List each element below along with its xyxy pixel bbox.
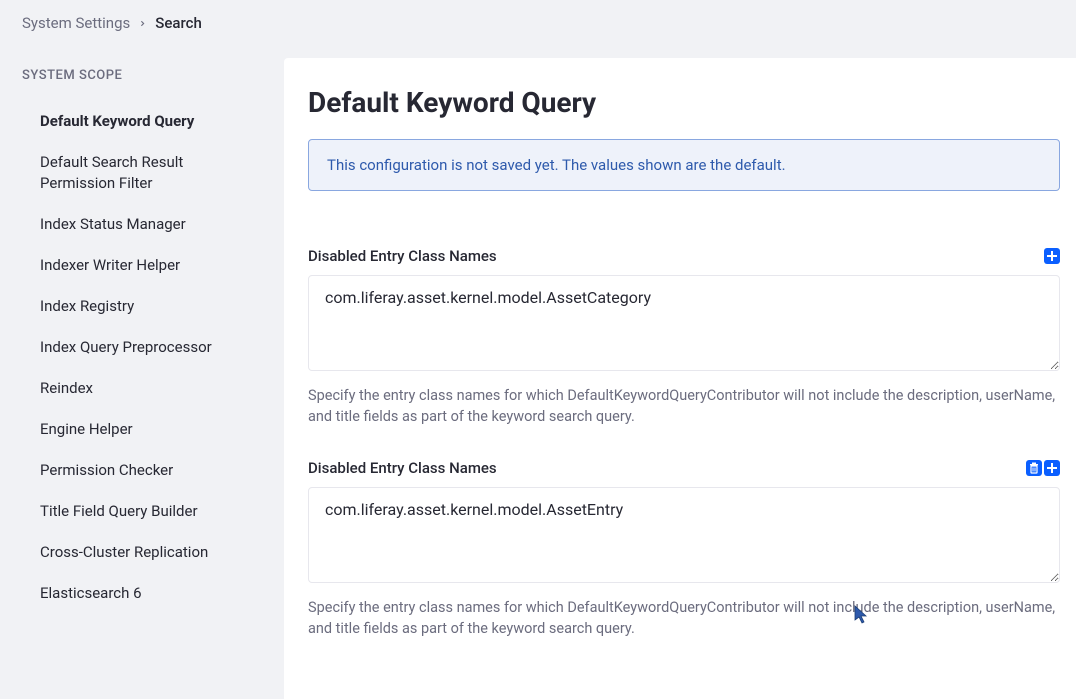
field-actions xyxy=(1026,460,1060,476)
page-title: Default Keyword Query xyxy=(308,86,1060,119)
disabled-entry-class-names-input[interactable] xyxy=(308,487,1060,583)
help-text: Specify the entry class names for which … xyxy=(308,385,1060,427)
sidebar-item[interactable]: Reindex xyxy=(22,368,262,409)
info-banner: This configuration is not saved yet. The… xyxy=(308,139,1060,191)
disabled-entry-class-names-input[interactable] xyxy=(308,275,1060,371)
field-label: Disabled Entry Class Names xyxy=(308,459,497,477)
sidebar-item[interactable]: Default Keyword Query xyxy=(22,101,262,142)
help-text: Specify the entry class names for which … xyxy=(308,597,1060,639)
field-block: Disabled Entry Class Names Specify the en… xyxy=(308,247,1060,427)
main-panel: Default Keyword Query This configuration… xyxy=(284,58,1076,699)
sidebar: SYSTEM SCOPE Default Keyword QueryDefaul… xyxy=(0,46,284,699)
sidebar-item[interactable]: Permission Checker xyxy=(22,450,262,491)
sidebar-header: SYSTEM SCOPE xyxy=(22,68,262,83)
breadcrumb: System Settings Search xyxy=(0,0,1076,46)
sidebar-item[interactable]: Default Search Result Permission Filter xyxy=(22,142,262,204)
chevron-right-icon xyxy=(138,14,147,32)
sidebar-item[interactable]: Engine Helper xyxy=(22,409,262,450)
field-header: Disabled Entry Class Names xyxy=(308,247,1060,265)
sidebar-item[interactable]: Index Status Manager xyxy=(22,204,262,245)
sidebar-item[interactable]: Index Registry xyxy=(22,286,262,327)
sidebar-item[interactable]: Indexer Writer Helper xyxy=(22,245,262,286)
sidebar-items: Default Keyword QueryDefault Search Resu… xyxy=(22,101,262,614)
sidebar-item[interactable]: Elasticsearch 6 xyxy=(22,573,262,614)
field-actions xyxy=(1044,248,1060,264)
trash-icon[interactable] xyxy=(1026,460,1042,476)
sidebar-item[interactable]: Cross-Cluster Replication xyxy=(22,532,262,573)
sidebar-item[interactable]: Index Query Preprocessor xyxy=(22,327,262,368)
field-block: Disabled Entry Class Names Specify the en… xyxy=(308,459,1060,639)
field-label: Disabled Entry Class Names xyxy=(308,247,497,265)
plus-icon[interactable] xyxy=(1044,248,1060,264)
breadcrumb-current: Search xyxy=(155,14,202,32)
sidebar-item[interactable]: Title Field Query Builder xyxy=(22,491,262,532)
plus-icon[interactable] xyxy=(1044,460,1060,476)
field-header: Disabled Entry Class Names xyxy=(308,459,1060,477)
breadcrumb-parent[interactable]: System Settings xyxy=(22,14,130,32)
